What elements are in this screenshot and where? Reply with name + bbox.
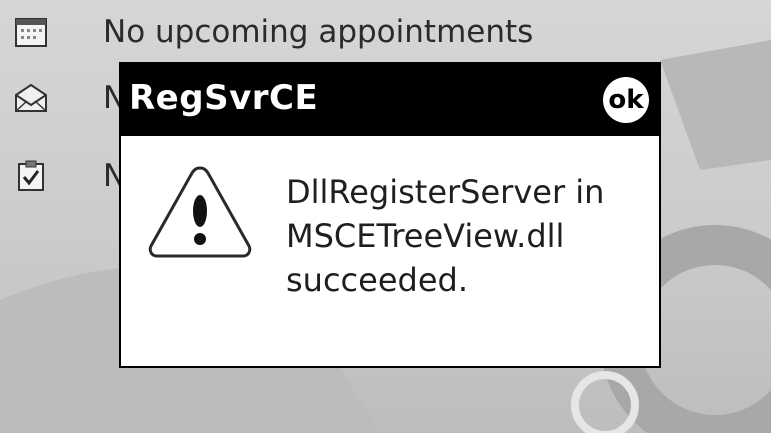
dialog-titlebar: RegSvrCE ok — [121, 64, 659, 136]
message-line: DllRegisterServer in — [286, 173, 605, 211]
tasks-clipboard-icon — [14, 159, 48, 193]
message-line: succeeded. — [286, 261, 468, 299]
calendar-icon — [14, 15, 48, 49]
ok-button[interactable]: ok — [603, 77, 649, 123]
today-item-label: No upcoming appointments — [103, 14, 534, 50]
dialog-title: RegSvrCE — [129, 78, 319, 118]
today-item-calendar[interactable]: No upcoming appointments — [0, 2, 771, 62]
dialog-message: DllRegisterServer in MSCETreeView.dll su… — [286, 170, 646, 302]
envelope-icon — [14, 81, 48, 115]
regsvrce-dialog: RegSvrCE ok DllRegisterServer in MSCETre… — [119, 62, 661, 368]
message-line: MSCETreeView.dll — [286, 217, 565, 255]
today-screen: No upcoming appointments N N RegSvrCE ok — [0, 0, 771, 433]
warning-icon — [148, 166, 252, 258]
